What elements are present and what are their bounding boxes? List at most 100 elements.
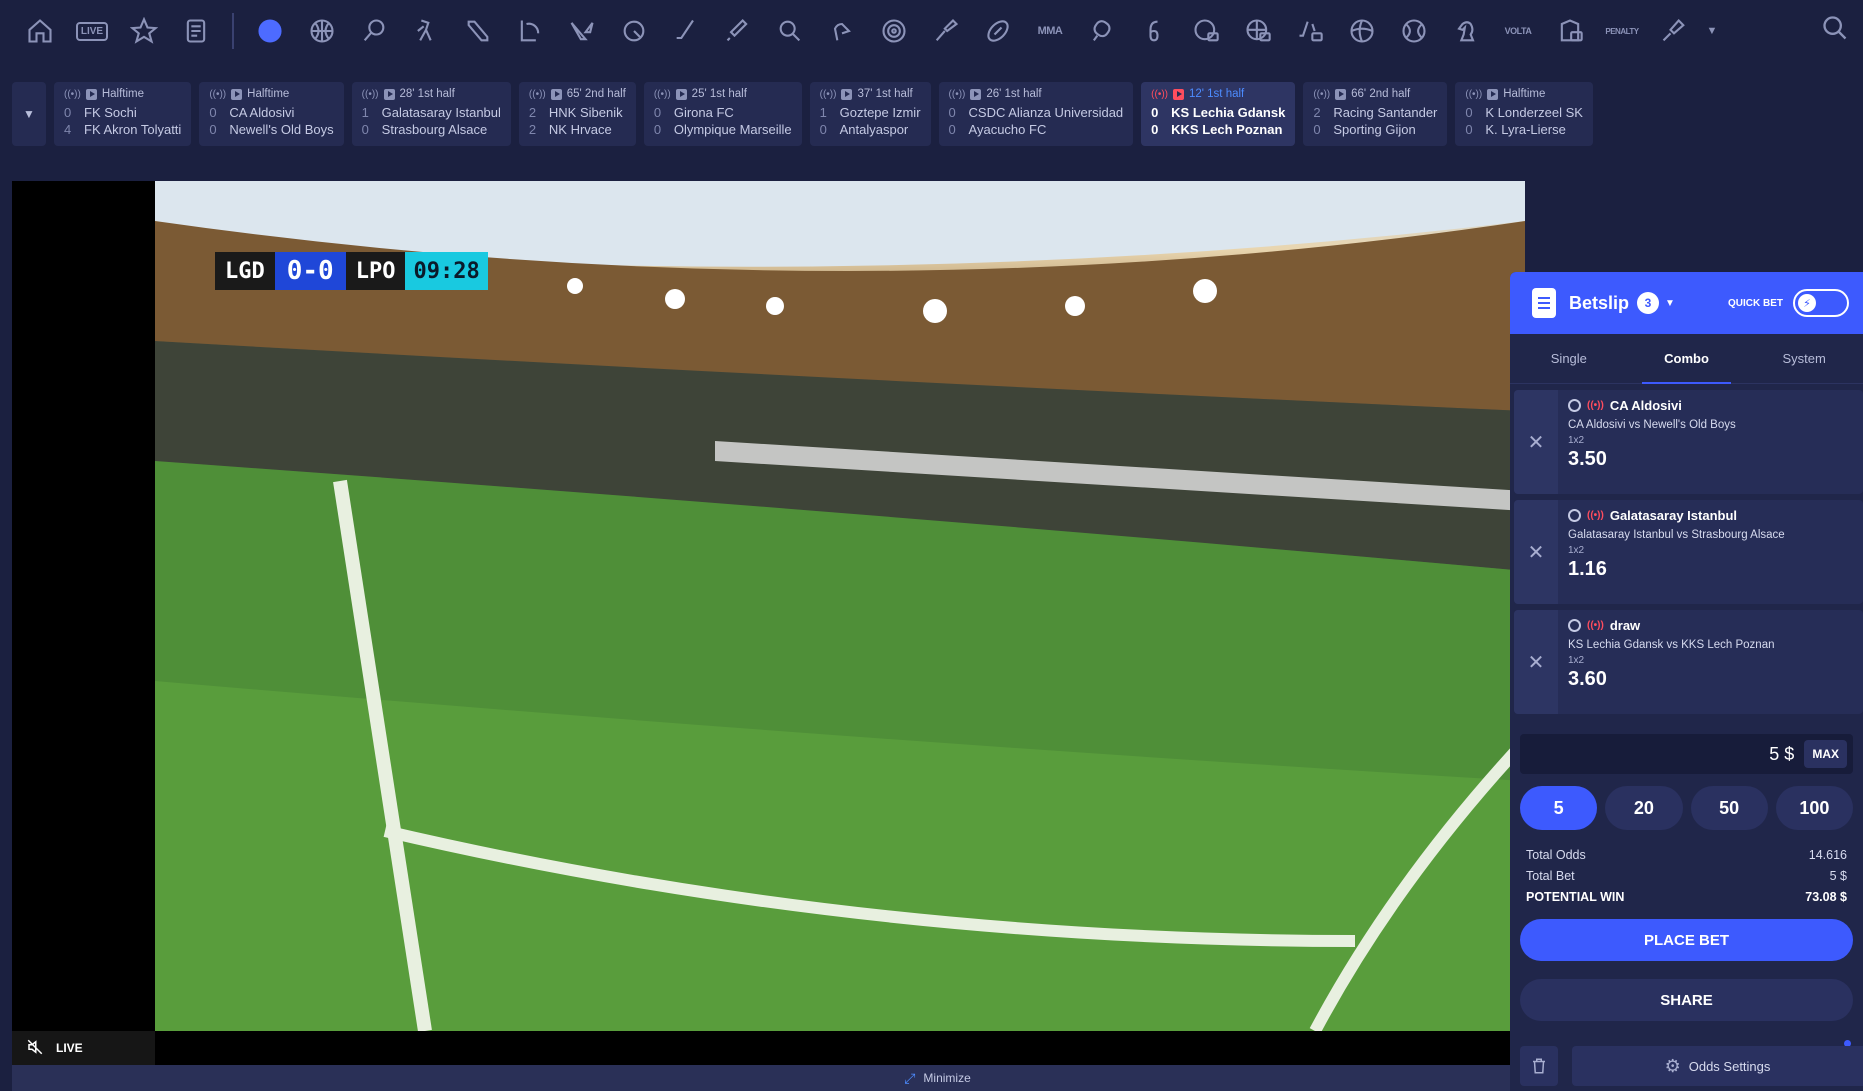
live-icon[interactable]: LIVE (66, 0, 118, 62)
match-card[interactable]: ((•)) Halftime 0 CA Aldosivi 0 Newell's Old B… (199, 82, 344, 146)
video-play-icon (1335, 88, 1347, 100)
max-stake-button[interactable]: MAX (1804, 740, 1847, 768)
quick-stake-100-button[interactable]: 100 (1775, 786, 1853, 830)
favorites-star-icon[interactable] (118, 0, 170, 62)
hockey-icon[interactable] (660, 0, 712, 62)
quick-stake-50-button[interactable]: 50 (1690, 786, 1768, 830)
betslip-dropdown-chevron-icon[interactable]: ▼ (1665, 298, 1675, 309)
match-home-row: 0 CSDC Alianza Universidad (948, 105, 1124, 120)
quick-bet-toggle[interactable]: ⚡ (1793, 289, 1849, 317)
odds-settings-button[interactable]: ⚙ Odds Settings (1572, 1046, 1863, 1086)
scoreboard-score: 0-0 (274, 252, 346, 290)
match-card[interactable]: ((•)) 12' 1st half 0 KS Lechia Gdansk 0 KKS L… (1141, 82, 1296, 146)
lightning-icon: ⚡ (1798, 294, 1816, 312)
bet-details: ((•)) CA Aldosivi CA Aldosivi vs Newell's … (1558, 390, 1863, 494)
bet-market: 1x2 (1568, 655, 1585, 666)
stake-input[interactable]: 5 $ MAX (1520, 734, 1853, 774)
efootball-icon[interactable] (1180, 0, 1232, 62)
bet-selection: ((•)) CA Aldosivi (1568, 398, 1853, 413)
badminton-icon[interactable] (920, 0, 972, 62)
match-away-row: 0 Antalyaspor (819, 122, 909, 137)
video-player[interactable] (12, 181, 1525, 1065)
handball-icon[interactable] (816, 0, 868, 62)
strip-collapse-chevron-icon[interactable]: ▼ (12, 82, 46, 146)
basketball-icon[interactable] (296, 0, 348, 62)
top-navigation: LIVE MMA VOLTA PENALTY ▼ (0, 0, 1863, 62)
tennis-icon[interactable] (348, 0, 400, 62)
american-football-icon[interactable] (972, 0, 1024, 62)
minimize-icon: ⤢ (904, 1069, 916, 1086)
trash-icon[interactable] (1520, 1046, 1558, 1086)
overwatch-icon[interactable] (608, 0, 660, 62)
mute-icon[interactable] (26, 1038, 44, 1059)
share-button[interactable]: SHARE (1520, 979, 1853, 1021)
penalty-icon[interactable]: PENALTY (1596, 0, 1648, 62)
tab-system[interactable]: System (1745, 334, 1863, 383)
video-play-icon (841, 88, 853, 100)
match-card[interactable]: ((•)) 28' 1st half 1 Galatasaray Istanbul 0 S… (351, 82, 511, 146)
betslip-panel: Betslip 3 ▼ QUICK BET ⚡ Single Combo Sys… (1510, 272, 1863, 1091)
match-status: ((•)) 37' 1st half (819, 88, 913, 100)
volta-icon[interactable]: VOLTA (1492, 0, 1544, 62)
more-sports-icon[interactable] (1648, 0, 1700, 62)
match-away-row: 0 KKS Lech Poznan (1151, 122, 1283, 137)
virtual-sports-icon[interactable] (1544, 0, 1596, 62)
match-card[interactable]: ((•)) 26' 1st half 0 CSDC Alianza Universid… (938, 82, 1134, 146)
video-play-icon (85, 88, 97, 100)
nav-divider (232, 13, 234, 49)
more-dropdown-chevron-icon[interactable]: ▼ (1700, 0, 1724, 62)
home-icon[interactable] (14, 0, 66, 62)
live-signal-icon: ((•)) (1151, 88, 1168, 100)
mma-icon[interactable]: MMA (1024, 0, 1076, 62)
bet-match-name: CA Aldosivi vs Newell's Old Boys (1568, 419, 1736, 431)
remove-bet-close-icon[interactable]: ✕ (1514, 500, 1558, 604)
rainbow-six-icon[interactable] (1128, 0, 1180, 62)
match-away-row: 0 Newell's Old Boys (209, 122, 334, 137)
match-card[interactable]: ((•)) 37' 1st half 1 Goztepe Izmir 0 Antalyas… (809, 82, 931, 146)
match-card[interactable]: ((•)) Halftime 0 FK Sochi 4 FK Akron Tolyatti (54, 82, 192, 146)
cricket-icon[interactable] (712, 0, 764, 62)
potential-win-row: POTENTIAL WIN 73.08 $ (1526, 889, 1847, 904)
match-card[interactable]: ((•)) 25' 1st half 0 Girona FC 0 Olympique Ma… (643, 82, 802, 146)
match-card[interactable]: ((•)) 66' 2nd half 2 Racing Santander 0 Sport… (1303, 82, 1448, 146)
betslip-count-badge: 3 (1637, 292, 1660, 314)
tab-combo[interactable]: Combo (1628, 334, 1746, 384)
esports-cs-icon[interactable] (400, 0, 452, 62)
match-card[interactable]: ((•)) 65' 2nd half 2 HNK Sibenik 2 NK Hrvace (518, 82, 636, 146)
bet-item: ✕ ((•)) Galatasaray Istanbul Galatasaray Is… (1514, 500, 1863, 604)
match-status: ((•)) 12' 1st half (1151, 88, 1245, 100)
remove-bet-close-icon[interactable]: ✕ (1514, 610, 1558, 714)
soccer-icon[interactable] (244, 0, 296, 62)
remove-bet-close-icon[interactable]: ✕ (1514, 390, 1558, 494)
scoreboard-overlay: LGD 0-0 LPO 09:28 (215, 252, 488, 290)
beach-volleyball-icon[interactable] (1388, 0, 1440, 62)
chess-icon[interactable] (1440, 0, 1492, 62)
live-signal-icon: ((•)) (1313, 88, 1331, 100)
live-signal-icon: ((•)) (1465, 88, 1483, 100)
quick-stake-5-button[interactable]: 5 (1520, 786, 1598, 830)
live-signal-icon: ((•)) (209, 88, 227, 100)
minimize-label: Minimize (923, 1071, 971, 1085)
match-home-row: 0 CA Aldosivi (209, 105, 295, 120)
ebasketball-icon[interactable] (1232, 0, 1284, 62)
match-home-row: 0 Girona FC (653, 105, 734, 120)
darts-icon[interactable] (868, 0, 920, 62)
volleyball-icon[interactable] (1336, 0, 1388, 62)
lol-icon[interactable] (504, 0, 556, 62)
dota-icon[interactable] (452, 0, 504, 62)
quick-stake-20-button[interactable]: 20 (1605, 786, 1683, 830)
ehockey-icon[interactable] (1284, 0, 1336, 62)
betslip-history-icon[interactable] (170, 0, 222, 62)
soccer-ball-icon (1568, 399, 1581, 412)
table-tennis-icon[interactable] (764, 0, 816, 62)
match-status: ((•)) 66' 2nd half (1313, 88, 1411, 100)
boxing-icon[interactable] (1076, 0, 1128, 62)
tab-single[interactable]: Single (1510, 334, 1628, 383)
valorant-icon[interactable] (556, 0, 608, 62)
match-card[interactable]: ((•)) Halftime 0 K Londerzeel SK 0 K. Lyra-Li… (1455, 82, 1593, 146)
place-bet-button[interactable]: PLACE BET (1520, 919, 1853, 961)
search-icon[interactable] (1821, 14, 1855, 48)
live-signal-icon: ((•)) (528, 88, 546, 100)
bet-odds: 3.50 (1568, 448, 1607, 470)
total-bet-row: Total Bet 5 $ (1526, 868, 1847, 883)
